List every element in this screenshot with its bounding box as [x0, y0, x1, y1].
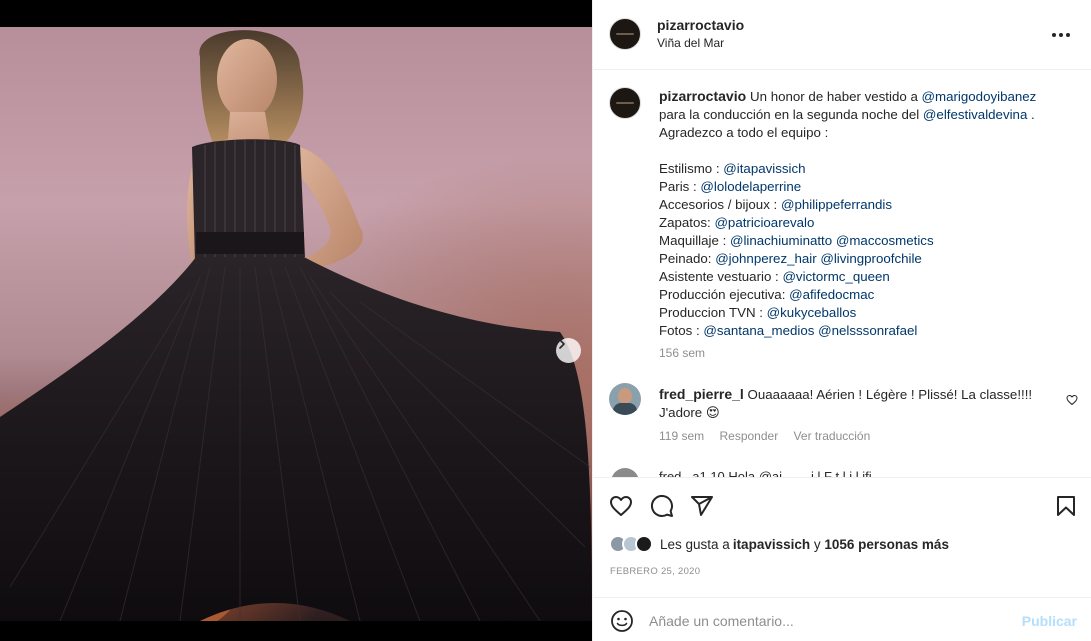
- caption-text: Paris :: [659, 179, 701, 194]
- author-username[interactable]: pizarroctavio: [657, 17, 744, 33]
- post-photo: [0, 30, 592, 621]
- caption-line: Zapatos: @patricioarevalo: [659, 214, 1069, 232]
- post-caption: pizarroctavio Un honor de haber vestido …: [659, 87, 1069, 340]
- post-location[interactable]: Viña del Mar: [657, 36, 744, 50]
- comment-icon[interactable]: [650, 494, 674, 518]
- liker-avatars: [609, 535, 653, 553]
- caption-author-avatar[interactable]: [609, 87, 641, 119]
- caption-line: Produccion TVN : @kukyceballos: [659, 304, 1069, 322]
- caption-text: Maquillaje :: [659, 233, 730, 248]
- more-options-icon[interactable]: [1052, 26, 1074, 44]
- mention-link[interactable]: @santana_medios: [703, 323, 814, 338]
- mention-link[interactable]: @maccosmetics: [836, 233, 934, 248]
- action-bar: [593, 477, 1091, 532]
- likes-summary: Les gusta a itapavissich y 1056 personas…: [609, 535, 949, 553]
- mention-link[interactable]: @lolodelaperrine: [700, 179, 801, 194]
- caption-text: Un honor de haber vestido a: [750, 89, 922, 104]
- post-header: pizarroctavio Viña del Mar: [593, 0, 1091, 70]
- comment-text-line1: Ouaaaaaa! Aérien ! Légère ! Plissé! La c…: [747, 387, 1033, 402]
- comment-input[interactable]: [649, 610, 1009, 632]
- caption-line: para la conducción en la segunda noche d…: [659, 106, 1069, 124]
- caption-line: Estilismo : @itapavissich: [659, 160, 1069, 178]
- heart-icon[interactable]: [609, 494, 633, 518]
- share-icon[interactable]: [690, 494, 714, 518]
- mention-link[interactable]: @livingproofchile: [820, 251, 921, 266]
- caption-username[interactable]: pizarroctavio: [659, 88, 750, 104]
- likes-prefix: Les gusta a: [660, 536, 730, 552]
- post-media[interactable]: [0, 27, 592, 621]
- caption-line: pizarroctavio Un honor de haber vestido …: [659, 87, 1069, 106]
- see-translation-button[interactable]: Ver traducción: [794, 429, 871, 443]
- commenter-avatar[interactable]: [609, 383, 641, 415]
- caption-text: para la conducción en la segunda noche d…: [659, 107, 923, 122]
- next-photo-button[interactable]: [556, 338, 581, 363]
- comment-item-partial: fred_ a1 10 Hola @ai ... .. i l F t l i …: [593, 466, 1091, 477]
- caption-text: Accesorios / bijoux :: [659, 197, 781, 212]
- caption-line: Maquillaje : @linachiuminatto @maccosmet…: [659, 232, 1069, 250]
- post-date: FEBRERO 25, 2020: [610, 566, 701, 577]
- caption-text: .: [1027, 107, 1035, 122]
- commenter-username[interactable]: fred_pierre_l: [659, 386, 744, 402]
- reply-button[interactable]: Responder: [719, 429, 778, 443]
- likes-count-link[interactable]: 1056 personas más: [824, 537, 949, 552]
- caption-line: Peinado: @johnperez_hair @livingproofchi…: [659, 250, 1069, 268]
- publish-button[interactable]: Publicar: [1022, 613, 1077, 629]
- caption-text: Estilismo :: [659, 161, 724, 176]
- partial-comment-text: fred_ a1 10 Hola @ai ... .. i l F t l i …: [659, 469, 872, 477]
- mention-link[interactable]: @nelsssonrafael: [818, 323, 917, 338]
- caption-timestamp: 156 sem: [659, 346, 706, 360]
- mention-link[interactable]: @victormc_queen: [782, 269, 889, 284]
- caption-text: Asistente vestuario :: [659, 269, 783, 284]
- comment-timestamp: 119 sem: [659, 429, 705, 443]
- instagram-post-modal: pizarroctavio Viña del Mar pizarroctavio…: [0, 0, 1091, 641]
- caption-text: Agradezco a todo el equipo :: [659, 125, 829, 140]
- mention-link[interactable]: @elfestivaldevina: [923, 107, 1027, 122]
- caption-line: Agradezco a todo el equipo :: [659, 124, 1069, 142]
- post-sidebar: pizarroctavio Viña del Mar pizarroctavio…: [592, 0, 1091, 641]
- comment-like-heart-icon[interactable]: [1066, 394, 1078, 406]
- caption-text: Fotos :: [659, 323, 704, 338]
- mention-link[interactable]: @kukyceballos: [767, 305, 857, 320]
- caption-line: Paris : @lolodelaperrine: [659, 178, 1069, 196]
- comment-composer: Publicar: [593, 597, 1091, 641]
- caption-line: Fotos : @santana_medios @nelsssonrafael: [659, 322, 1069, 340]
- mention-link[interactable]: @afifedocmac: [789, 287, 874, 302]
- caption-text: Zapatos:: [659, 215, 715, 230]
- liker-username[interactable]: itapavissich: [733, 537, 810, 552]
- mention-link[interactable]: @patricioarevalo: [714, 215, 814, 230]
- caption-text: Produccion TVN :: [659, 305, 767, 320]
- mention-link[interactable]: @johnperez_hair: [715, 251, 816, 266]
- mention-link[interactable]: @itapavissich: [723, 161, 805, 176]
- mention-link[interactable]: @marigodoyibanez: [922, 89, 1037, 104]
- caption-text: Peinado:: [659, 251, 716, 266]
- chevron-right-icon: [559, 339, 565, 349]
- likes-middle: y: [810, 536, 825, 552]
- mention-link[interactable]: @philippeferrandis: [781, 197, 892, 212]
- caption-line: Accesorios / bijoux : @philippeferrandis: [659, 196, 1069, 214]
- save-icon[interactable]: [1054, 494, 1078, 518]
- caption-line: Asistente vestuario : @victormc_queen: [659, 268, 1069, 286]
- comment-text-line2: J'adore 😍: [659, 405, 720, 420]
- caption-text: Producción ejecutiva:: [659, 287, 790, 302]
- emoji-icon[interactable]: [610, 609, 634, 633]
- mention-link[interactable]: @linachiuminatto: [730, 233, 832, 248]
- author-avatar[interactable]: [609, 18, 641, 50]
- caption-line: Producción ejecutiva: @afifedocmac: [659, 286, 1069, 304]
- caption-line: [659, 142, 1069, 160]
- comments-list[interactable]: pizarroctavio Un honor de haber vestido …: [593, 71, 1091, 477]
